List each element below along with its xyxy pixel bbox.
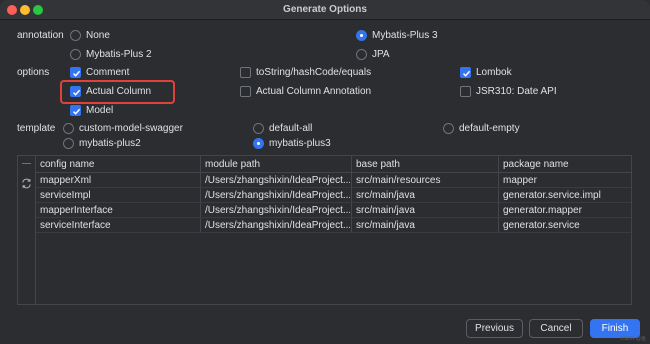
radio-label: Mybatis-Plus 3 xyxy=(372,30,438,41)
window-title: Generate Options xyxy=(283,4,367,15)
base-path-cell: src/main/java xyxy=(356,205,415,216)
config-name-cell: mapperInterface xyxy=(40,205,113,216)
template-custom-model-swagger-radio[interactable]: custom-model-swagger xyxy=(63,123,183,134)
radio-icon xyxy=(70,30,81,41)
actual-column-annotation-checkbox[interactable]: Actual Column Annotation xyxy=(240,86,371,97)
config-table: config name module path base path packag… xyxy=(17,155,632,305)
config-name-cell: serviceInterface xyxy=(40,220,111,231)
base-path-cell: src/main/resources xyxy=(356,175,441,186)
radio-icon xyxy=(63,123,74,134)
template-label: template xyxy=(17,123,56,134)
radio-label: mybatis-plus3 xyxy=(269,138,331,149)
refresh-icon[interactable] xyxy=(21,178,32,192)
remove-row-icon[interactable] xyxy=(22,163,31,164)
previous-button[interactable]: Previous xyxy=(466,319,523,338)
module-path-cell: /Users/zhangshixin/IdeaProject... xyxy=(205,220,350,231)
radio-label: default-empty xyxy=(459,123,520,134)
jsr310-date-api-checkbox[interactable]: JSR310: Date API xyxy=(460,86,557,97)
annotation-highlight-box xyxy=(60,80,175,104)
title-bar: Generate Options xyxy=(0,0,650,20)
radio-icon xyxy=(63,138,74,149)
column-header-base-path[interactable]: base path xyxy=(356,159,400,170)
radio-selected-icon xyxy=(253,138,264,149)
table-row[interactable]: mapperXml /Users/zhangshixin/IdeaProject… xyxy=(36,173,631,188)
package-name-cell: generator.mapper xyxy=(503,205,582,216)
template-default-all-radio[interactable]: default-all xyxy=(253,123,312,134)
template-default-empty-radio[interactable]: default-empty xyxy=(443,123,520,134)
checkbox-label: JSR310: Date API xyxy=(476,86,557,97)
checkbox-checked-icon xyxy=(70,105,81,116)
radio-label: custom-model-swagger xyxy=(79,123,183,134)
comment-checkbox[interactable]: Comment xyxy=(70,67,129,78)
tostring-hashcode-equals-checkbox[interactable]: toString/hashCode/equals xyxy=(240,67,371,78)
annotation-none-radio[interactable]: None xyxy=(70,30,110,41)
template-mybatis-plus3-radio[interactable]: mybatis-plus3 xyxy=(253,138,331,149)
radio-selected-icon xyxy=(356,30,367,41)
template-mybatis-plus2-radio[interactable]: mybatis-plus2 xyxy=(63,138,141,149)
radio-label: default-all xyxy=(269,123,313,134)
column-header-module-path[interactable]: module path xyxy=(205,159,260,170)
radio-icon xyxy=(443,123,454,134)
checkbox-label: Actual Column Annotation xyxy=(256,86,372,97)
table-gutter xyxy=(18,156,36,304)
annotation-jpa-radio[interactable]: JPA xyxy=(356,49,390,60)
generate-options-dialog: Generate Options annotation None Mybatis… xyxy=(0,0,650,344)
radio-icon xyxy=(356,49,367,60)
radio-label: Mybatis-Plus 2 xyxy=(86,49,152,60)
checkbox-checked-icon xyxy=(70,67,81,78)
radio-icon xyxy=(253,123,264,134)
checkbox-icon xyxy=(240,67,251,78)
column-header-config-name[interactable]: config name xyxy=(40,159,94,170)
annotation-mybatis-plus-2-radio[interactable]: Mybatis-Plus 2 xyxy=(70,49,152,60)
column-header-package-name[interactable]: package name xyxy=(503,159,569,170)
table-header: config name module path base path packag… xyxy=(36,156,631,173)
radio-label: JPA xyxy=(372,49,390,60)
checkbox-checked-icon xyxy=(460,67,471,78)
annotation-label: annotation xyxy=(17,30,64,41)
lombok-checkbox[interactable]: Lombok xyxy=(460,67,512,78)
checkbox-label: toString/hashCode/equals xyxy=(256,67,372,78)
checkbox-label: Model xyxy=(86,105,114,116)
base-path-cell: src/main/java xyxy=(356,190,415,201)
radio-icon xyxy=(70,49,81,60)
package-name-cell: generator.service xyxy=(503,220,580,231)
model-checkbox[interactable]: Model xyxy=(70,105,113,116)
module-path-cell: /Users/zhangshixin/IdeaProject... xyxy=(205,175,350,186)
checkbox-label: Lombok xyxy=(476,67,512,78)
cancel-button[interactable]: Cancel xyxy=(529,319,583,338)
table-row[interactable]: serviceImpl /Users/zhangshixin/IdeaProje… xyxy=(36,188,631,203)
annotation-mybatis-plus-3-radio[interactable]: Mybatis-Plus 3 xyxy=(356,30,438,41)
radio-label: mybatis-plus2 xyxy=(79,138,141,149)
module-path-cell: /Users/zhangshixin/IdeaProject... xyxy=(205,205,350,216)
config-name-cell: mapperXml xyxy=(40,175,92,186)
package-name-cell: generator.service.impl xyxy=(503,190,601,201)
table-row[interactable]: serviceInterface /Users/zhangshixin/Idea… xyxy=(36,218,631,233)
radio-label: None xyxy=(86,30,110,41)
watermark: CSDN @鱼 xyxy=(620,336,646,342)
module-path-cell: /Users/zhangshixin/IdeaProject... xyxy=(205,190,350,201)
table-row[interactable]: mapperInterface /Users/zhangshixin/IdeaP… xyxy=(36,203,631,218)
checkbox-label: Comment xyxy=(86,67,130,78)
config-name-cell: serviceImpl xyxy=(40,190,91,201)
base-path-cell: src/main/java xyxy=(356,220,415,231)
options-label: options xyxy=(17,67,50,78)
package-name-cell: mapper xyxy=(503,175,537,186)
checkbox-icon xyxy=(240,86,251,97)
checkbox-icon xyxy=(460,86,471,97)
